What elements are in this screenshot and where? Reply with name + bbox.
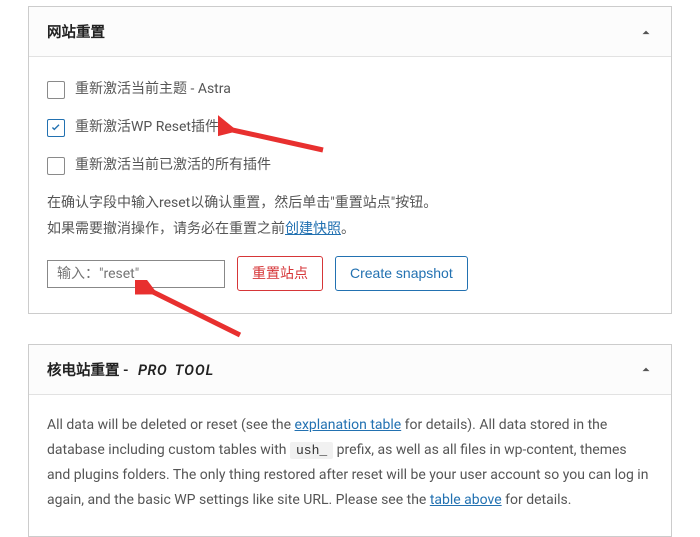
instruction-line-1: 在确认字段中输入reset以确认重置，然后单击"重置站点"按钮。 bbox=[47, 191, 653, 217]
option-label: 重新激活当前已激活的所有插件 bbox=[75, 153, 271, 179]
website-reset-panel: 网站重置 重新激活当前主题 - Astra 重新激活WP Reset插件 重新激… bbox=[28, 6, 672, 314]
nuclear-reset-body: All data will be deleted or reset (see t… bbox=[29, 395, 671, 536]
pro-badge: PRO bbox=[138, 362, 167, 379]
chevron-up-icon bbox=[639, 25, 653, 39]
option-row: 重新激活当前已激活的所有插件 bbox=[47, 153, 653, 179]
checkbox-reactivate-wpreset[interactable] bbox=[47, 119, 65, 137]
prefix-code: ush_ bbox=[290, 442, 333, 459]
option-label: 重新激活当前主题 - Astra bbox=[75, 77, 231, 103]
website-reset-header[interactable]: 网站重置 bbox=[29, 7, 671, 57]
checkbox-reactivate-theme[interactable] bbox=[47, 81, 65, 99]
create-snapshot-link[interactable]: 创建快照 bbox=[285, 221, 341, 237]
option-label: 重新激活WP Reset插件 bbox=[75, 115, 219, 141]
instruction-line-2: 如果需要撤消操作，请务必在重置之前创建快照。 bbox=[47, 217, 653, 243]
table-above-link[interactable]: table above bbox=[430, 492, 502, 508]
option-row: 重新激活当前主题 - Astra bbox=[47, 77, 653, 103]
panel-title: 核电站重置 - PRO TOOL bbox=[47, 359, 214, 380]
reset-site-button[interactable]: 重置站点 bbox=[237, 256, 323, 290]
reset-confirm-input[interactable] bbox=[47, 260, 225, 288]
tool-suffix: TOOL bbox=[175, 362, 214, 379]
nuclear-reset-header[interactable]: 核电站重置 - PRO TOOL bbox=[29, 345, 671, 395]
option-row: 重新激活WP Reset插件 bbox=[47, 115, 653, 141]
create-snapshot-button[interactable]: Create snapshot bbox=[335, 256, 468, 290]
explanation-table-link[interactable]: explanation table bbox=[295, 417, 402, 433]
panel-title: 网站重置 bbox=[47, 21, 105, 42]
action-row: 重置站点 Create snapshot bbox=[47, 256, 653, 290]
instruction-text: 在确认字段中输入reset以确认重置，然后单击"重置站点"按钮。 如果需要撤消操… bbox=[47, 191, 653, 243]
checkbox-reactivate-plugins[interactable] bbox=[47, 157, 65, 175]
nuclear-reset-panel: 核电站重置 - PRO TOOL All data will be delete… bbox=[28, 344, 672, 537]
chevron-up-icon bbox=[639, 362, 653, 376]
website-reset-body: 重新激活当前主题 - Astra 重新激活WP Reset插件 重新激活当前已激… bbox=[29, 57, 671, 313]
